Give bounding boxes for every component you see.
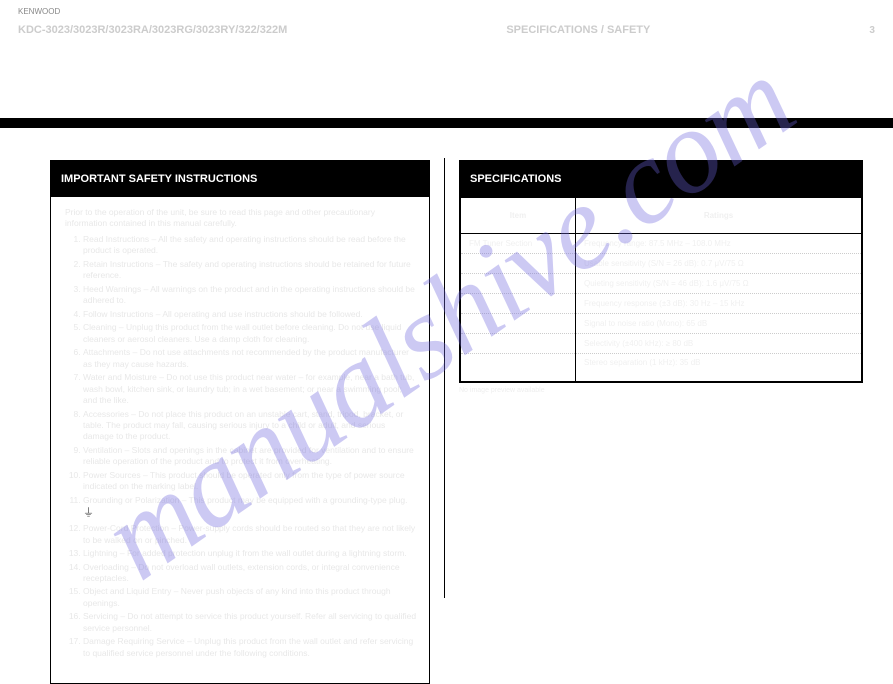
safety-heading: IMPORTANT SAFETY INSTRUCTIONS — [51, 161, 429, 197]
safety-item: Water and Moisture – Do not use this pro… — [83, 372, 417, 406]
safety-item-text: Grounding or Polarization – This product… — [83, 495, 407, 505]
page-title: SPECIFICATIONS / SAFETY — [506, 24, 650, 36]
header-divider-bar — [0, 118, 893, 128]
safety-item: Follow Instructions – All operating and … — [83, 309, 417, 320]
safety-item: Power Sources – This product should be o… — [83, 470, 417, 493]
page-header: KENWOOD KDC-3023/3023R/3023RA/3023RG/302… — [0, 0, 893, 40]
table-row: Signal to noise ratio (Mono): 65 dB — [461, 314, 862, 334]
spec-item — [461, 254, 576, 274]
safety-item: Object and Liquid Entry – Never push obj… — [83, 586, 417, 609]
table-row: FM Tuner Section Frequency range: 87.5 M… — [461, 234, 862, 254]
spec-value: Selectivity (±400 kHz): ≥ 80 dB — [576, 334, 862, 354]
safety-intro: Prior to the operation of the unit, be s… — [65, 207, 417, 230]
safety-item: Damage Requiring Service – Unplug this p… — [83, 636, 417, 659]
specifications-heading: SPECIFICATIONS — [460, 161, 862, 197]
table-row: Frequency response (±3 dB): 30 Hz – 15 k… — [461, 294, 862, 314]
safety-item: Lightning – For added protection unplug … — [83, 548, 417, 559]
earth-ground-icon: ⏚ — [83, 507, 94, 519]
safety-item: Grounding or Polarization – This product… — [83, 495, 417, 521]
column-divider — [444, 158, 445, 598]
safety-body: Prior to the operation of the unit, be s… — [51, 197, 429, 683]
safety-item: Heed Warnings – All warnings on the prod… — [83, 284, 417, 307]
spec-item — [461, 314, 576, 334]
spec-value: Frequency response (±3 dB): 30 Hz – 15 k… — [576, 294, 862, 314]
safety-item: Attachments – Do not use attachments not… — [83, 347, 417, 370]
page-number: 3 — [869, 25, 875, 36]
safety-item: Read Instructions – All the safety and o… — [83, 234, 417, 257]
spec-value: Signal to noise ratio (Mono): 65 dB — [576, 314, 862, 334]
table-header-row: Item Ratings — [461, 198, 862, 234]
left-column: IMPORTANT SAFETY INSTRUCTIONS Prior to t… — [50, 138, 430, 598]
table-row: Selectivity (±400 kHz): ≥ 80 dB — [461, 334, 862, 354]
spec-value: Quieting sensitivity (S/N = 46 dB): 1.6 … — [576, 274, 862, 294]
spec-item — [461, 294, 576, 314]
spec-item — [461, 334, 576, 354]
content-columns: IMPORTANT SAFETY INSTRUCTIONS Prior to t… — [50, 138, 863, 598]
safety-item: Ventilation – Slots and openings in the … — [83, 445, 417, 468]
spec-value: Usable sensitivity (S/N = 26 dB): 0.7 μV… — [576, 254, 862, 274]
safety-item: Retain Instructions – The safety and ope… — [83, 259, 417, 282]
model-number: KDC-3023/3023R/3023RA/3023RG/3023RY/322/… — [18, 24, 287, 36]
table-row: Quieting sensitivity (S/N = 46 dB): 1.6 … — [461, 274, 862, 294]
safety-item: Cleaning – Unplug this product from the … — [83, 322, 417, 345]
spec-item — [461, 274, 576, 294]
table-row: Usable sensitivity (S/N = 26 dB): 0.7 μV… — [461, 254, 862, 274]
table-row: Stereo separation (1 kHz): 35 dB — [461, 354, 862, 382]
specifications-table: Item Ratings FM Tuner Section Frequency … — [460, 197, 862, 382]
specifications-card: SPECIFICATIONS Item Ratings FM Tuner Sec… — [459, 160, 863, 383]
safety-card: IMPORTANT SAFETY INSTRUCTIONS Prior to t… — [50, 160, 430, 684]
spec-value: Frequency range: 87.5 MHz – 108.0 MHz — [576, 234, 862, 254]
safety-list: Read Instructions – All the safety and o… — [65, 234, 417, 659]
no-image-note: No image preview available — [459, 387, 863, 394]
safety-item: Accessories – Do not place this product … — [83, 409, 417, 443]
right-column: SPECIFICATIONS Item Ratings FM Tuner Sec… — [459, 138, 863, 598]
spec-item — [461, 354, 576, 382]
spec-item: FM Tuner Section — [461, 234, 576, 254]
safety-item: Servicing – Do not attempt to service th… — [83, 611, 417, 634]
table-head-item: Item — [461, 198, 576, 234]
safety-item: Power-Cord Protection – Power-supply cor… — [83, 523, 417, 546]
spec-value: Stereo separation (1 kHz): 35 dB — [576, 354, 862, 382]
brand-label: KENWOOD — [18, 7, 60, 16]
table-head-value: Ratings — [576, 198, 862, 234]
safety-item: Overloading – Do not overload wall outle… — [83, 562, 417, 585]
